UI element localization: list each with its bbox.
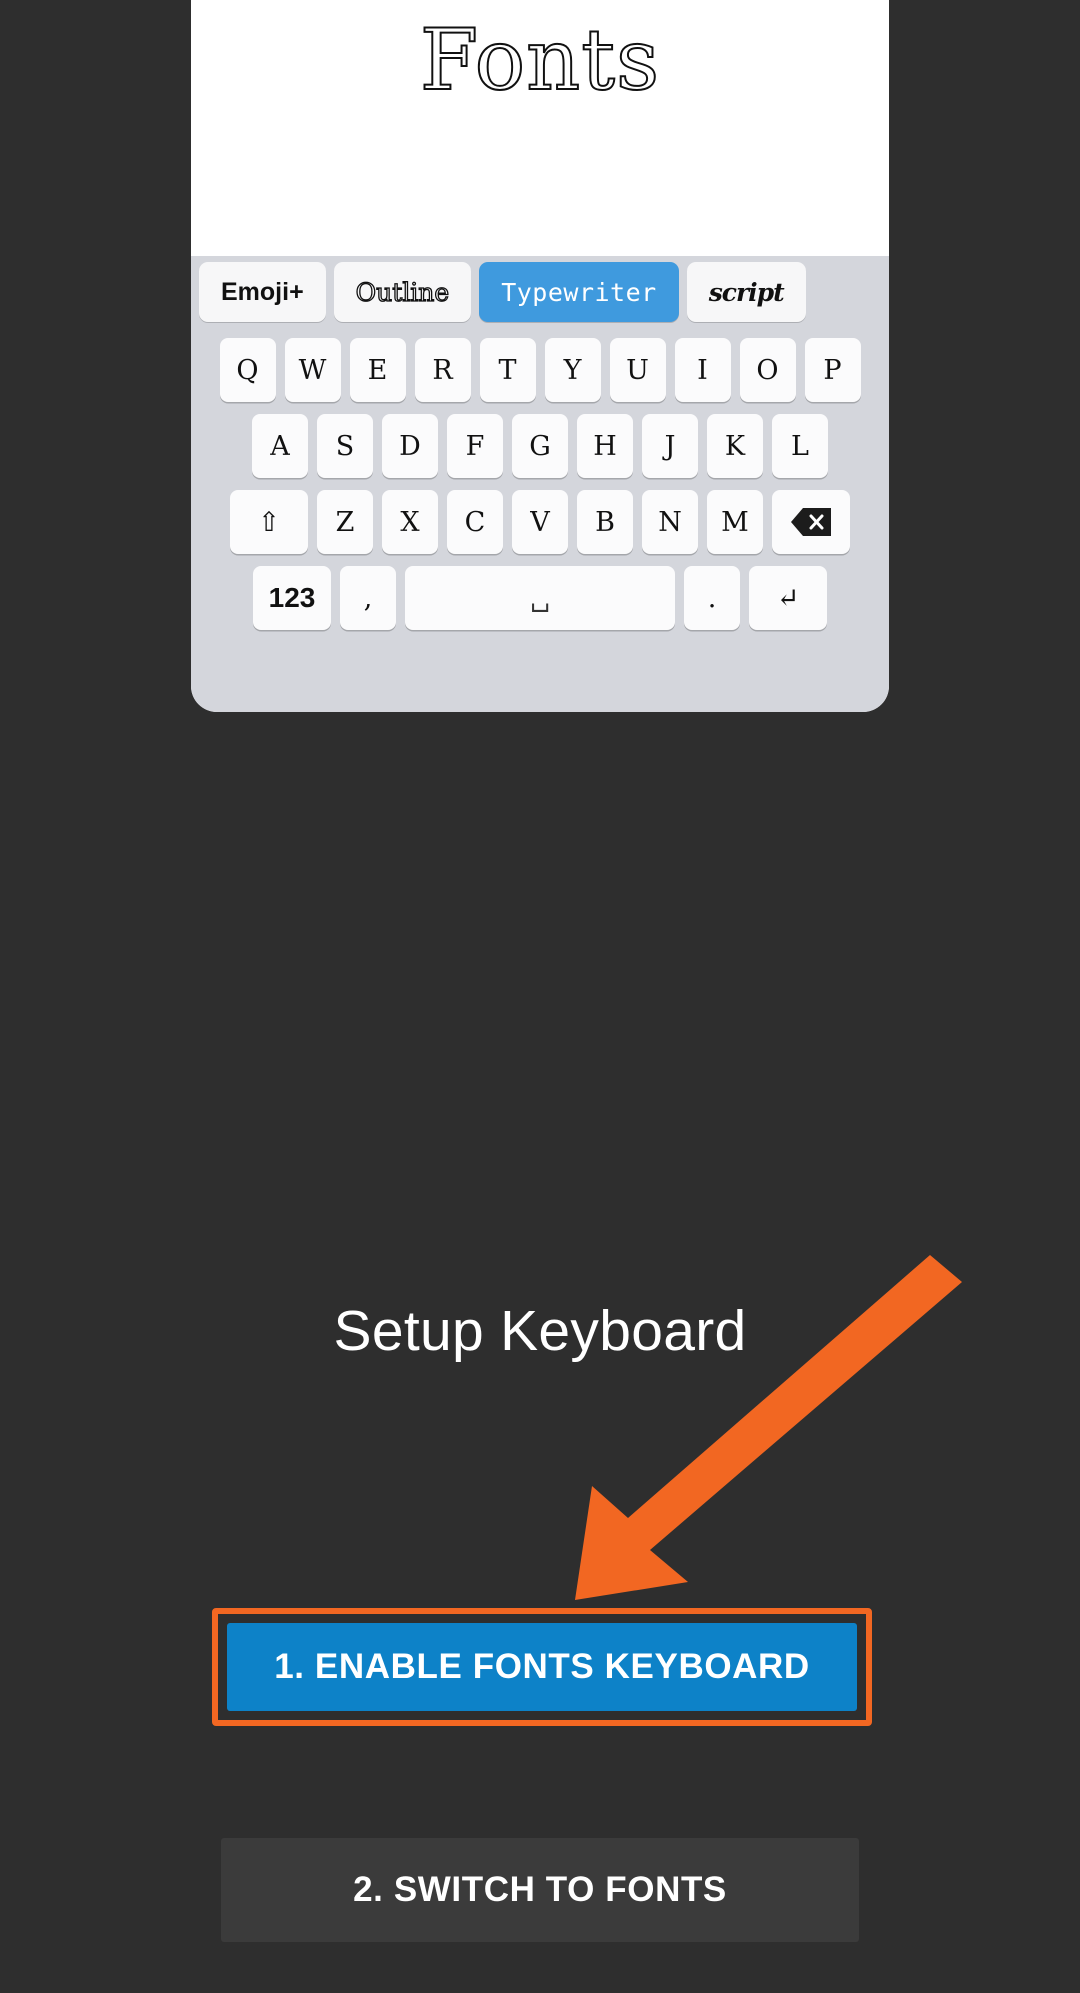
key-i[interactable]: I <box>674 338 731 402</box>
font-tab-label: Emoji+ <box>221 277 304 306</box>
space-key[interactable]: ␣ <box>405 566 675 630</box>
font-tab-label: Outline <box>355 277 450 307</box>
key-d[interactable]: D <box>382 414 438 478</box>
key-r[interactable]: R <box>414 338 471 402</box>
comma-key[interactable]: , <box>340 566 396 630</box>
numbers-key[interactable]: 123 <box>253 566 331 630</box>
key-a[interactable]: A <box>252 414 308 478</box>
key-y[interactable]: Y <box>544 338 601 402</box>
key-n[interactable]: N <box>642 490 698 554</box>
shift-key-icon[interactable]: ⇧ <box>230 490 308 554</box>
font-tab-label: Typewriter <box>501 277 657 307</box>
enable-fonts-keyboard-highlight: 1. ENABLE FONTS KEYBOARD <box>212 1608 872 1726</box>
key-j[interactable]: J <box>642 414 698 478</box>
keyboard-row-3: ⇧ Z X C V B N M <box>196 490 884 554</box>
keyboard-row-4: 123 , ␣ . ↵ <box>196 566 884 630</box>
key-t[interactable]: T <box>479 338 536 402</box>
keyboard-row-1: Q W E R T Y U I O P <box>196 338 884 402</box>
preview-text-area: Fonts <box>191 0 889 256</box>
font-selector-strip[interactable]: Emoji+ Outline Typewriter script <box>191 256 889 328</box>
key-b[interactable]: B <box>577 490 633 554</box>
key-u[interactable]: U <box>609 338 666 402</box>
key-w[interactable]: W <box>284 338 341 402</box>
font-tab-typewriter[interactable]: Typewriter <box>479 262 679 322</box>
keyboard-preview-card: Fonts Emoji+ Outline Typewriter script Q… <box>191 0 889 712</box>
enable-fonts-keyboard-button[interactable]: 1. ENABLE FONTS KEYBOARD <box>227 1623 857 1711</box>
page-title: Setup Keyboard <box>333 1299 747 1363</box>
key-g[interactable]: G <box>512 414 568 478</box>
key-f[interactable]: F <box>447 414 503 478</box>
key-v[interactable]: V <box>512 490 568 554</box>
app-root: Fonts Emoji+ Outline Typewriter script Q… <box>0 0 1080 1993</box>
key-s[interactable]: S <box>317 414 373 478</box>
font-tab-outline[interactable]: Outline <box>333 262 472 322</box>
key-o[interactable]: O <box>739 338 796 402</box>
preview-title-text: Fonts <box>419 11 661 109</box>
key-m[interactable]: M <box>707 490 763 554</box>
keyboard-row-2: A S D F G H J K L <box>196 414 884 478</box>
backspace-icon[interactable] <box>772 490 850 554</box>
key-e[interactable]: E <box>349 338 406 402</box>
key-p[interactable]: P <box>804 338 861 402</box>
font-tab-emoji[interactable]: Emoji+ <box>199 262 326 322</box>
key-h[interactable]: H <box>577 414 633 478</box>
key-q[interactable]: Q <box>219 338 276 402</box>
switch-to-fonts-button[interactable]: 2. SWITCH TO FONTS <box>221 1838 859 1942</box>
key-c[interactable]: C <box>447 490 503 554</box>
period-key[interactable]: . <box>684 566 740 630</box>
return-key-icon[interactable]: ↵ <box>749 566 827 630</box>
on-screen-keyboard[interactable]: Q W E R T Y U I O P A S D F G H J K L ⇧ … <box>191 328 889 712</box>
key-z[interactable]: Z <box>317 490 373 554</box>
font-tab-label: script <box>708 277 785 307</box>
key-x[interactable]: X <box>382 490 438 554</box>
key-l[interactable]: L <box>772 414 828 478</box>
font-tab-script[interactable]: script <box>686 262 806 322</box>
key-k[interactable]: K <box>707 414 763 478</box>
